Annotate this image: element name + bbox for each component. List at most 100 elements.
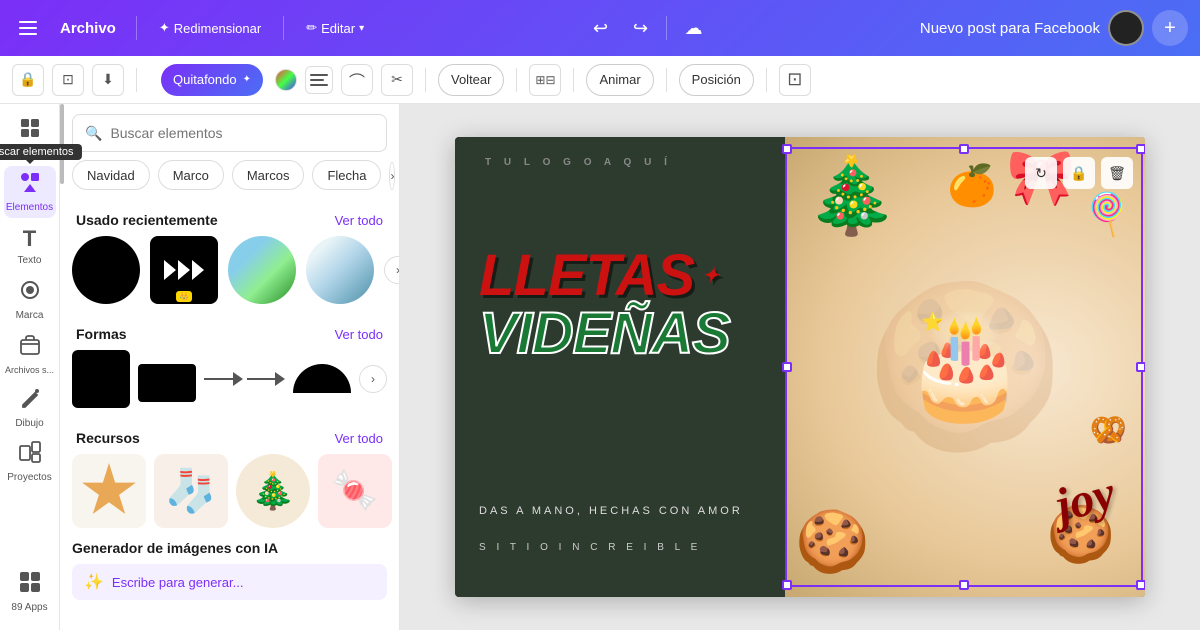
sparkle-icon-1: ✦ (702, 266, 718, 286)
shapes-items: › (60, 350, 399, 420)
sidebar-item-marca[interactable]: Marca (4, 274, 56, 326)
used-recently-header: Usado recientemente Ver todo (60, 202, 399, 236)
lock-button[interactable]: 🔒 (12, 64, 44, 96)
share-button[interactable]: + (1152, 10, 1188, 46)
lines-icon (310, 74, 328, 86)
sidebar-item-dibujo[interactable]: Dibujo (4, 382, 56, 434)
sidebar-item-proyectos[interactable]: Proyectos (4, 436, 56, 488)
menu-button[interactable] (12, 12, 44, 44)
generator-bar[interactable]: ✨ Escribe para generar... (72, 564, 387, 600)
resources-title: Recursos (76, 430, 140, 446)
toolbar-sep-6 (766, 68, 767, 92)
proyectos-icon (19, 441, 41, 469)
sidebar-item-elementos[interactable]: Buscar elementos Elementos (4, 166, 56, 218)
toolbar: 🔒 ⊡ ⬇ Quitafondo ✦ ⌒ ✂ Voltear ⊞⊟ Animar… (0, 56, 1200, 104)
filter-flecha[interactable]: Flecha (312, 160, 381, 190)
texto-label: Texto (18, 255, 42, 266)
elementos-icon (19, 171, 41, 199)
top-navbar: Archivo ✦ Redimensionar ✏ Editar ▾ ↩ ↪ ☁… (0, 0, 1200, 56)
color-picker-button[interactable] (275, 69, 297, 91)
animar-button[interactable]: Animar (586, 64, 653, 96)
chevron-down-icon: ▾ (359, 23, 364, 34)
quitafondo-button[interactable]: Quitafondo ✦ (161, 64, 263, 96)
shape-arrow-line[interactable] (204, 350, 285, 408)
download-element-button[interactable]: ⬇ (92, 64, 124, 96)
voltear-button[interactable]: Voltear (438, 64, 504, 96)
redo-button[interactable]: ↪ (622, 10, 658, 46)
copy-element-button[interactable]: ⊡ (52, 64, 84, 96)
half-circle-shape (293, 364, 351, 408)
document-title: Nuevo post para Facebook (920, 20, 1100, 37)
more-options-button[interactable]: ⊡ (779, 64, 811, 96)
proyectos-label: Proyectos (7, 472, 51, 483)
recent-item-circle[interactable] (72, 236, 140, 304)
elementos-label: Elementos (6, 202, 53, 213)
filter-tags-scroll-right[interactable]: › (389, 162, 395, 190)
arrows-shape (164, 260, 204, 280)
marca-label: Marca (16, 310, 44, 321)
archivos-label: Archivos s... (5, 365, 54, 375)
quitafondo-star-icon: ✦ (243, 74, 251, 85)
nav-right-controls: Nuevo post para Facebook + (920, 10, 1188, 46)
tooltip-elementos: Buscar elementos (0, 144, 82, 160)
editar-button[interactable]: ✏ Editar ▾ (296, 16, 374, 40)
filter-navidad[interactable]: Navidad (72, 160, 150, 190)
filter-marco[interactable]: Marco (158, 160, 224, 190)
search-box[interactable]: 🔍 (72, 114, 387, 152)
star-decoration: ⭐ (922, 312, 944, 333)
xmas-bow-element: 🎀 (1007, 145, 1075, 210)
avatar[interactable] (1108, 10, 1144, 46)
sidebar-item-texto[interactable]: T Texto (4, 220, 56, 272)
recent-scroll-right[interactable]: › (384, 256, 399, 284)
shapes-scroll-right[interactable]: › (359, 365, 387, 393)
canvas-card[interactable]: T U L O G O A Q U Í LLETAS ✦ VIDEÑAS DAS… (455, 137, 1145, 597)
shape-half-circle[interactable] (293, 350, 351, 408)
search-input[interactable] (110, 125, 374, 141)
resource-stocking[interactable]: 🧦 (154, 454, 228, 528)
recent-item-arrows[interactable]: 👑 (150, 236, 218, 304)
recent-item-landscape1[interactable] (228, 236, 296, 304)
landscape2-thumbnail (306, 236, 374, 304)
canvas-area: T U L O G O A Q U Í LLETAS ✦ VIDEÑAS DAS… (400, 104, 1200, 630)
orange-element: 🍊 (947, 162, 997, 209)
apps-icon (19, 571, 41, 599)
quitafondo-label: Quitafondo (173, 72, 237, 87)
nav-separator (136, 16, 137, 40)
filter-tags-row: Navidad Marco Marcos Flecha › (60, 160, 399, 198)
archivo-menu[interactable]: Archivo (52, 16, 124, 41)
elements-panel: 🔍 Navidad Marco Marcos Flecha › Usado re… (60, 104, 400, 630)
xmas-tree-element: 🎄 (805, 152, 898, 240)
shape-black-square[interactable] (72, 350, 130, 408)
posicion-button[interactable]: Posición (679, 64, 754, 96)
sidebar-item-archivos[interactable]: Archivos s... (4, 328, 56, 380)
text-galletas: LLETAS ✦ (479, 247, 730, 305)
generator-input-hint: Escribe para generar... (112, 575, 244, 590)
resources-header: Recursos Ver todo (60, 420, 399, 454)
stocking-icon: 🧦 (165, 467, 217, 516)
used-recently-see-all[interactable]: Ver todo (335, 213, 383, 228)
resource-snowflake-cookie[interactable] (72, 454, 146, 528)
grid-button[interactable]: ⊞⊟ (529, 64, 561, 96)
generator-section: Generador de imágenes con IA ✨ Escribe p… (60, 540, 399, 600)
filter-marcos[interactable]: Marcos (232, 160, 305, 190)
resources-see-all[interactable]: Ver todo (335, 431, 383, 446)
crop-button[interactable]: ✂ (381, 64, 413, 96)
shapes-see-all[interactable]: Ver todo (335, 327, 383, 342)
redimensionar-button[interactable]: ✦ Redimensionar (149, 16, 271, 40)
toolbar-sep-3 (516, 68, 517, 92)
apps-label: 89 Apps (11, 602, 47, 613)
snowflake-cookie-shape (81, 463, 137, 519)
resource-candy-cup[interactable]: 🍬 (318, 454, 392, 528)
undo-button[interactable]: ↩ (582, 10, 618, 46)
shape-black-rect[interactable] (138, 364, 196, 402)
curve-button[interactable]: ⌒ (341, 64, 373, 96)
lines-style-button[interactable] (305, 66, 333, 94)
sidebar-item-apps[interactable]: 89 Apps (4, 562, 56, 622)
resource-gingerbread-circle[interactable]: 🎄 (236, 454, 310, 528)
design-icon (19, 117, 41, 145)
toolbar-sep-2 (425, 68, 426, 92)
cloud-save-button[interactable]: ☁ (675, 10, 711, 46)
recent-item-landscape2[interactable] (306, 236, 374, 304)
archivos-icon (19, 334, 41, 362)
resize-icon: ✦ (159, 20, 170, 36)
